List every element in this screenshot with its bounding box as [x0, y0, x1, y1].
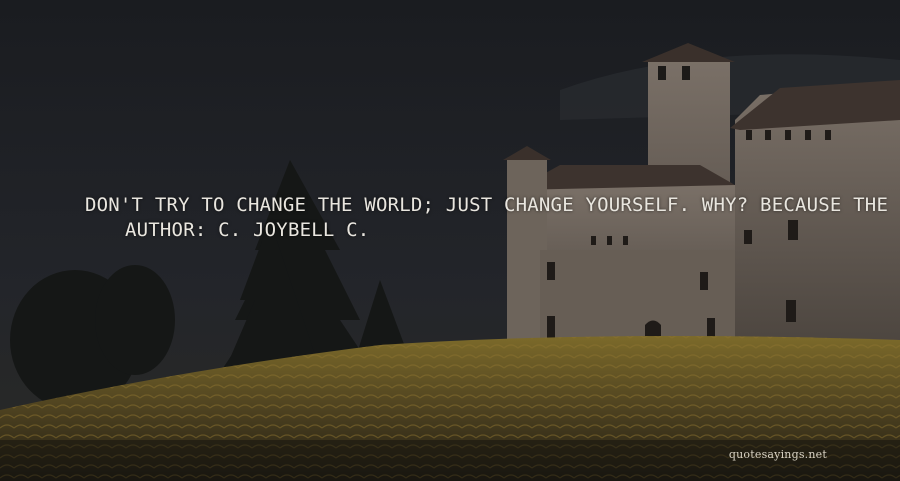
quote-card: DON'T TRY TO CHANGE THE WORLD; JUST CHAN…: [0, 0, 900, 481]
quote-line: DON'T TRY TO CHANGE THE WORLD; JUST CHAN…: [85, 194, 889, 216]
quote-author: AUTHOR: C. JOYBELL C.: [125, 219, 370, 241]
site-watermark: quotesayings.net: [728, 448, 827, 461]
quote-text: DON'T TRY TO CHANGE THE WORLD; JUST CHAN…: [85, 193, 889, 243]
